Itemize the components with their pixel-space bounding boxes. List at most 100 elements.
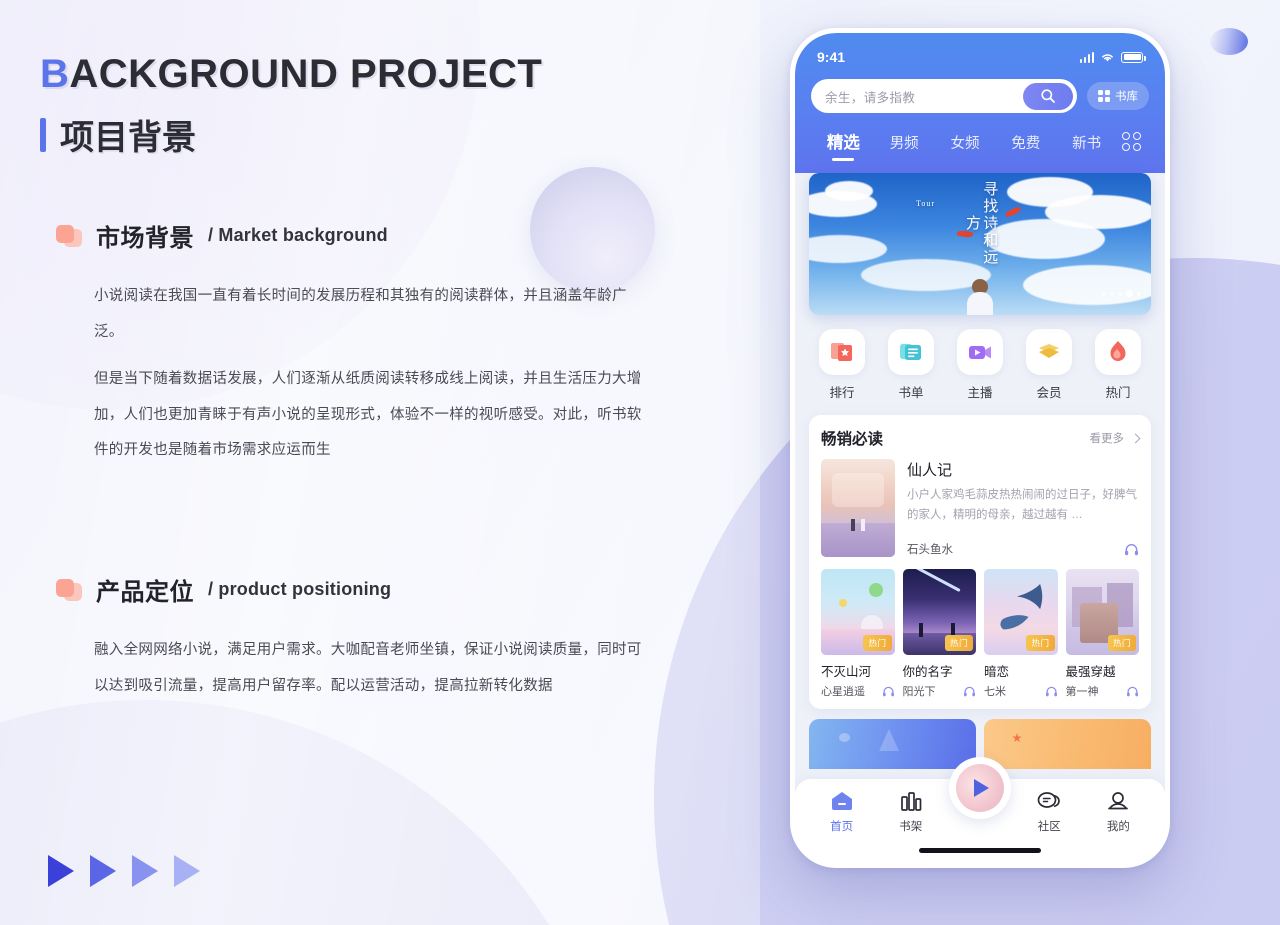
library-button[interactable]: 书库: [1086, 82, 1149, 110]
book-cover: 热门: [821, 569, 895, 655]
tabs-expand-button[interactable]: [1117, 132, 1147, 161]
promo-card-blue[interactable]: [809, 719, 976, 769]
nav-item-community[interactable]: 社区: [1015, 789, 1084, 834]
home-indicator: [919, 848, 1041, 853]
quick-action-ranking[interactable]: 排行: [813, 329, 871, 401]
book-card[interactable]: 热门 你的名字 阳光下: [902, 569, 977, 699]
book-footer: 七米: [984, 683, 1058, 699]
nav-item-bookshelf[interactable]: 书架: [876, 789, 945, 834]
banner-subtitle: Tour: [916, 199, 935, 208]
featured-book-footer: 石头鱼水: [907, 541, 1139, 557]
bestseller-header: 畅销必读 看更多: [821, 427, 1141, 449]
tab-male-channel[interactable]: 男频: [874, 132, 935, 161]
search-row: 余生，请多指教 书库: [811, 79, 1149, 113]
banner-pagination-dots[interactable]: [1102, 290, 1141, 297]
play-button[interactable]: [949, 757, 1011, 819]
section-market-background: 市场背景 / Market background 小说阅读在我国一直有着长时间的…: [0, 218, 700, 469]
app-header: 9:41 余生，请多指教 书库 精选 男频 女频 免费 新书: [795, 33, 1165, 181]
section-title-cn: 产品定位: [96, 579, 194, 606]
quick-action-label: 会员: [1036, 386, 1062, 400]
nav-label: 首页: [830, 821, 854, 833]
grid-squares-icon: [1097, 89, 1110, 103]
hot-badge: 热门: [944, 635, 973, 651]
tab-featured[interactable]: 精选: [813, 129, 874, 161]
see-more-button[interactable]: 看更多: [1089, 430, 1141, 446]
section-body: 融入全网网络小说，满足用户需求。大咖配音老师坐镇，保证小说阅读质量，同时可以达到…: [0, 633, 700, 704]
square-stack-icon: [56, 224, 82, 247]
section-product-positioning: 产品定位 / product positioning 融入全网网络小说，满足用户…: [0, 572, 700, 704]
search-input[interactable]: 余生，请多指教: [811, 79, 1077, 113]
cloud-shape: [985, 219, 1105, 259]
banner-figure: [967, 279, 993, 315]
headphones-icon[interactable]: [1045, 686, 1058, 697]
book-card[interactable]: 热门 不灭山河 心星逍遥: [821, 569, 895, 699]
decor-pill-top-right: [1210, 28, 1248, 55]
app-content: 寻找诗和远方 Tour 排行 书单 主播 会员 热门 畅销必读 看更多 仙人记 …: [795, 173, 1165, 769]
book-footer: 第一神: [1066, 683, 1140, 699]
nav-item-home[interactable]: 首页: [807, 789, 876, 834]
section-title-en: / Market background: [208, 225, 388, 245]
book-author: 七米: [984, 686, 1006, 698]
quick-action-hot[interactable]: 热门: [1089, 329, 1147, 401]
nav-label: 我的: [1106, 821, 1130, 833]
tab-new-books[interactable]: 新书: [1056, 132, 1117, 161]
signal-bars-icon: [1079, 51, 1094, 63]
nav-item-profile[interactable]: 我的: [1084, 789, 1153, 834]
hot-badge: 热门: [863, 635, 892, 651]
book-author: 第一神: [1065, 686, 1099, 698]
arrow-icon: [90, 855, 116, 887]
featured-book-description: 小户人家鸡毛蒜皮热热闹闹的过日子，好脾气的家人，精明的母亲，越过越有 …: [907, 489, 1137, 521]
book-footer: 心星逍遥: [821, 683, 895, 699]
book-cover: 热门: [902, 569, 976, 655]
community-chat-icon: [1015, 789, 1084, 813]
hot-badge: 热门: [1026, 635, 1055, 651]
book-card[interactable]: 热门 暗恋 七米: [984, 569, 1058, 699]
ranking-bookmark-icon: [819, 329, 865, 375]
banner-title: 寻找诗和远方: [964, 180, 998, 266]
booklist-icon: [888, 329, 934, 375]
arrow-icon: [132, 855, 158, 887]
featured-book-row[interactable]: 仙人记 小户人家鸡毛蒜皮热热闹闹的过日子，好脾气的家人，精明的母亲，越过越有 ……: [821, 459, 1139, 557]
category-tabs: 精选 男频 女频 免费 新书: [811, 129, 1149, 161]
status-indicators: [1079, 51, 1146, 63]
section-paragraph: 小说阅读在我国一直有着长时间的发展历程和其独有的阅读群体，并且涵盖年龄广泛。: [94, 288, 627, 340]
book-grid: 热门 不灭山河 心星逍遥 热门 你的名字 阳光下 热门 暗恋 七米 热门 最强穿…: [821, 569, 1139, 699]
quick-action-booklist[interactable]: 书单: [882, 329, 940, 401]
headphones-icon[interactable]: [963, 686, 976, 697]
decor-arrow-row: [48, 855, 200, 887]
section-title-en: / product positioning: [208, 579, 392, 599]
status-time: 9:41: [817, 49, 846, 65]
promo-card-orange[interactable]: [984, 719, 1151, 769]
page-title-lead-letter: B: [40, 52, 70, 96]
bookshelf-icon: [876, 789, 945, 813]
section-paragraph: 融入全网网络小说，满足用户需求。大咖配音老师坐镇，保证小说阅读质量，同时可以达到…: [94, 642, 642, 694]
quick-action-label: 书单: [898, 386, 924, 400]
flame-hot-icon: [1095, 329, 1141, 375]
chevron-right-icon: [1130, 433, 1141, 443]
vip-diamond-icon: [1026, 329, 1072, 375]
featured-book-info: 仙人记 小户人家鸡毛蒜皮热热闹闹的过日子，好脾气的家人，精明的母亲，越过越有 ……: [907, 459, 1139, 557]
profile-person-icon: [1084, 789, 1153, 813]
phone-screen: 9:41 余生，请多指教 书库 精选 男频 女频 免费 新书 寻找诗和远方 To…: [795, 33, 1165, 863]
quick-action-label: 热门: [1105, 386, 1131, 400]
page-title-english: BACKGROUND PROJECT: [40, 52, 542, 97]
headphones-icon[interactable]: [882, 686, 895, 697]
hero-banner[interactable]: 寻找诗和远方 Tour: [809, 173, 1151, 315]
status-bar: 9:41: [811, 43, 1149, 71]
section-heading: 市场背景 / Market background: [0, 218, 700, 253]
quick-action-anchor[interactable]: 主播: [951, 329, 1009, 401]
home-icon: [807, 789, 876, 813]
tab-female-channel[interactable]: 女频: [935, 132, 996, 161]
see-more-label: 看更多: [1089, 433, 1125, 445]
headphones-icon[interactable]: [1124, 543, 1139, 556]
headphones-icon[interactable]: [1126, 686, 1139, 697]
search-placeholder: 余生，请多指教: [825, 90, 916, 105]
book-footer: 阳光下: [903, 683, 977, 699]
arrow-icon: [174, 855, 200, 887]
bestseller-card: 畅销必读 看更多 仙人记 小户人家鸡毛蒜皮热热闹闹的过日子，好脾气的家人，精明的…: [809, 415, 1151, 709]
bestseller-title: 畅销必读: [821, 431, 884, 448]
quick-action-member[interactable]: 会员: [1020, 329, 1078, 401]
book-card[interactable]: 热门 最强穿越 第一神: [1065, 569, 1140, 699]
tab-free[interactable]: 免费: [995, 132, 1056, 161]
search-button[interactable]: [1022, 82, 1073, 110]
